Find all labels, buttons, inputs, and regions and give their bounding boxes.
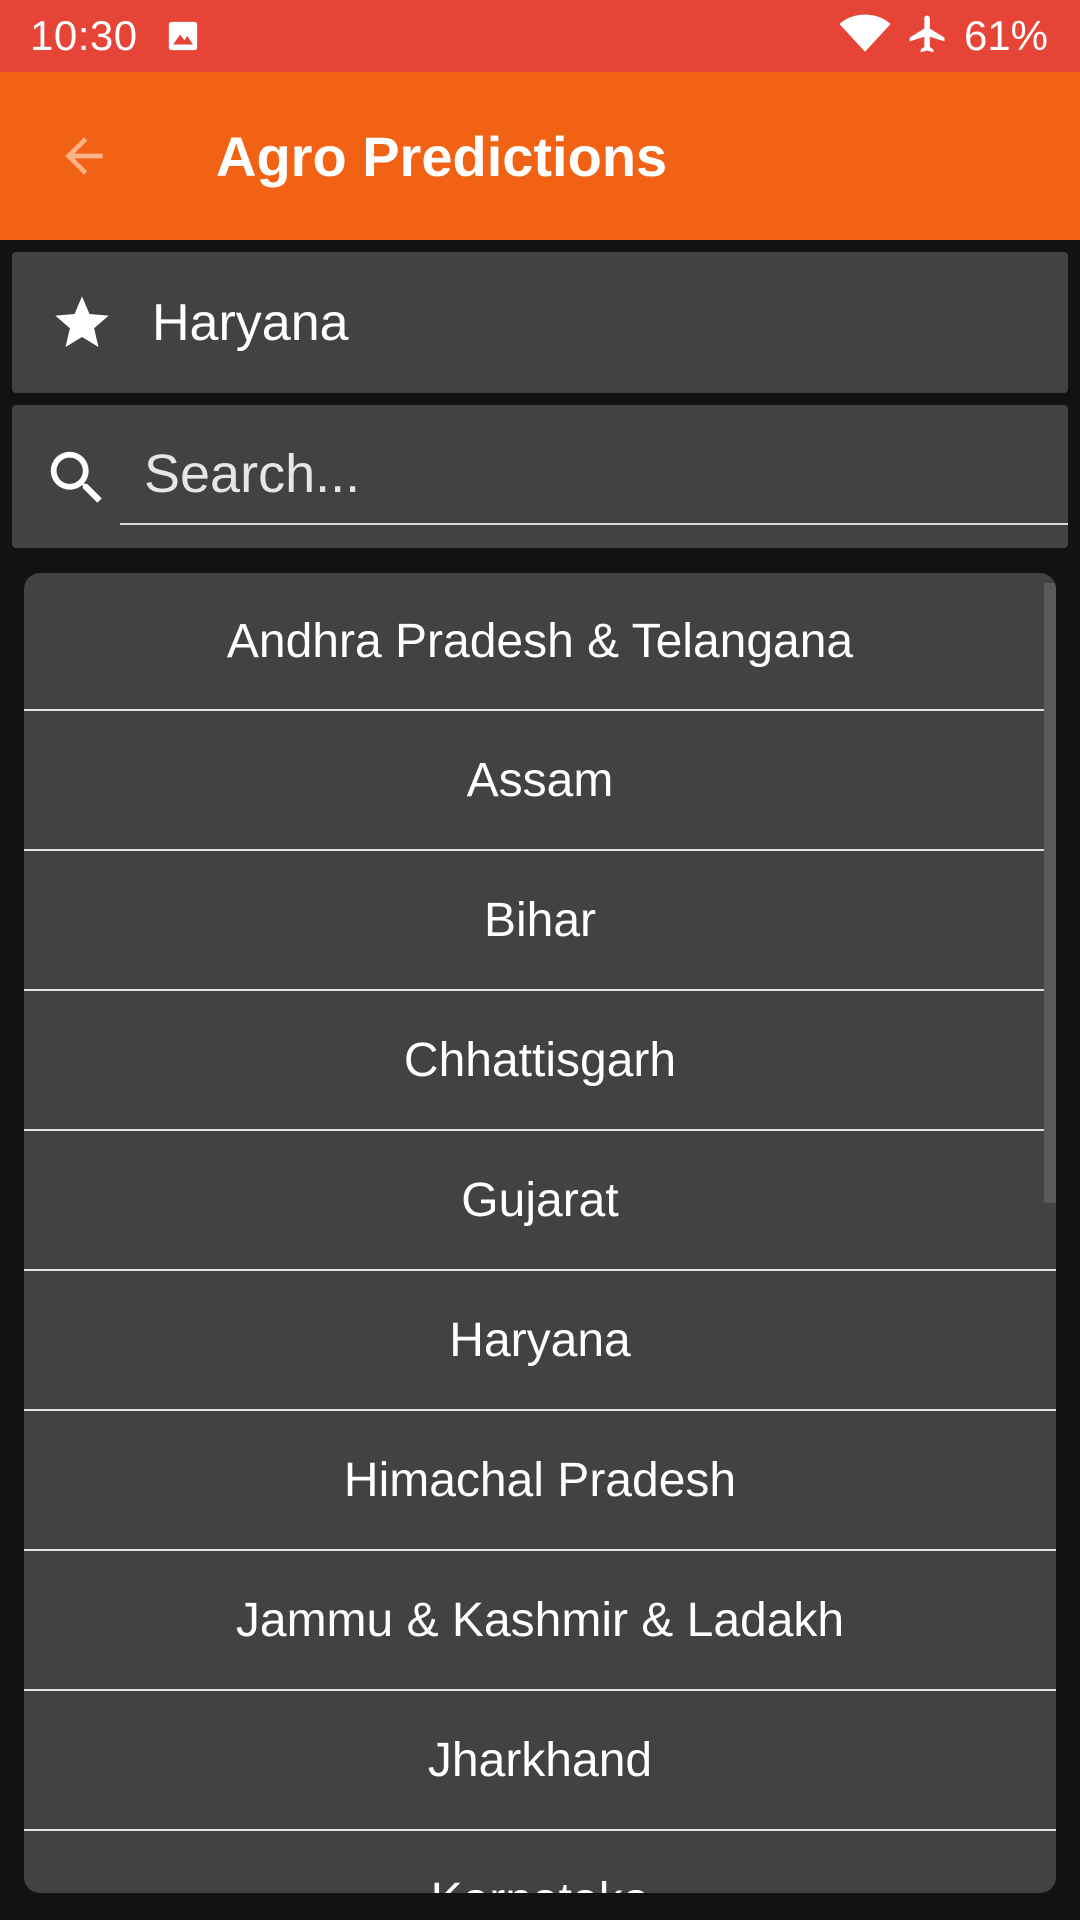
- image-icon: [166, 19, 200, 53]
- app-bar: Agro Predictions: [0, 72, 1080, 240]
- search-icon: [42, 443, 112, 513]
- state-list[interactable]: Andhra Pradesh & Telangana Assam Bihar C…: [24, 573, 1056, 1893]
- list-item[interactable]: Gujarat: [24, 1131, 1056, 1271]
- list-item[interactable]: Jammu & Kashmir & Ladakh: [24, 1551, 1056, 1691]
- favorite-state-card[interactable]: Haryana: [12, 252, 1068, 393]
- arrow-back-icon: [65, 137, 103, 175]
- list-item[interactable]: Jharkhand: [24, 1691, 1056, 1831]
- app-title: Agro Predictions: [216, 124, 668, 188]
- list-item[interactable]: Assam: [24, 711, 1056, 851]
- airplane-mode-icon: [906, 12, 950, 61]
- search-card: [12, 405, 1068, 548]
- list-item[interactable]: Himachal Pradesh: [24, 1411, 1056, 1551]
- status-icons: 61%: [838, 12, 1048, 61]
- list-item[interactable]: Chhattisgarh: [24, 991, 1056, 1131]
- star-icon: [50, 291, 114, 355]
- back-button[interactable]: [34, 106, 134, 206]
- battery-percentage: 61%: [963, 12, 1048, 59]
- search-input[interactable]: [120, 425, 1068, 525]
- status-time: 10:30: [30, 12, 138, 59]
- list-scrollbar[interactable]: [1044, 583, 1056, 1203]
- status-bar: 10:30 61%: [0, 0, 1080, 72]
- list-item[interactable]: Bihar: [24, 851, 1056, 991]
- list-item[interactable]: Haryana: [24, 1271, 1056, 1411]
- list-item[interactable]: Andhra Pradesh & Telangana: [24, 573, 1056, 711]
- list-item[interactable]: Karnataka: [24, 1831, 1056, 1894]
- favorite-state-label: Haryana: [152, 293, 349, 352]
- wifi-icon: [838, 14, 892, 59]
